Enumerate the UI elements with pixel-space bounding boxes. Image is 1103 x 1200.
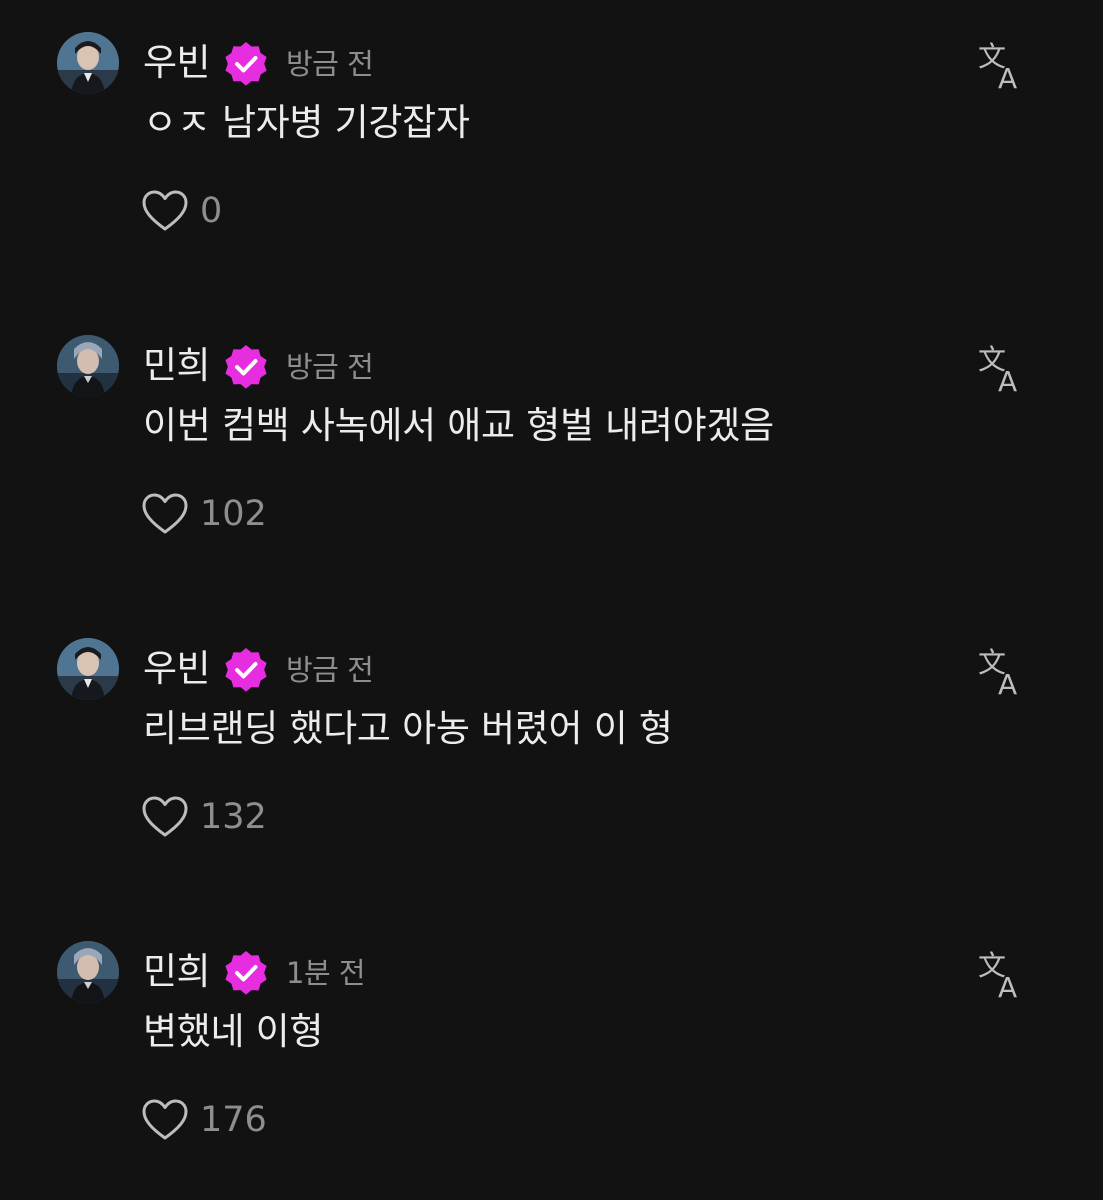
username[interactable]: 우빈	[143, 40, 211, 86]
avatar[interactable]	[57, 941, 119, 1003]
verified-badge-icon	[225, 648, 267, 692]
like-button[interactable]: 176	[141, 1097, 267, 1143]
heart-outline-icon	[142, 190, 188, 231]
svg-text:A: A	[998, 62, 1017, 92]
comment-item: 우빈 방금 전 文 A 리브랜딩 했다고 아농 버렸어 이 형 132	[0, 638, 1103, 941]
comment-text: 이번 컴백 사녹에서 애교 형벌 내려야겠음	[143, 404, 774, 447]
svg-text:A: A	[998, 365, 1017, 395]
like-button[interactable]: 132	[141, 794, 267, 840]
comment-item: 민희 1분 전 文 A 변했네 이형 176	[0, 941, 1103, 1200]
translate-icon[interactable]: 文 A	[976, 949, 1028, 1001]
translate-icon[interactable]: 文 A	[976, 40, 1028, 92]
comment-text: 변했네 이형	[143, 1010, 324, 1053]
verified-badge-icon	[225, 951, 267, 995]
verified-badge-icon	[225, 42, 267, 86]
like-button[interactable]: 0	[141, 188, 222, 234]
heart-outline-icon	[142, 796, 188, 837]
comment-item: 민희 방금 전 文 A 이번 컴백 사녹에서 애교 형벌 내려야겠음 102	[0, 335, 1103, 638]
avatar[interactable]	[57, 638, 119, 700]
like-count: 0	[200, 191, 223, 231]
translate-icon[interactable]: 文 A	[976, 343, 1028, 395]
heart-outline-icon	[142, 1099, 188, 1140]
timestamp: 방금 전	[286, 350, 374, 384]
heart-outline-icon	[142, 493, 188, 534]
avatar[interactable]	[57, 335, 119, 397]
comment-text: ㅇㅈ 남자병 기강잡자	[143, 101, 470, 144]
username[interactable]: 우빈	[143, 646, 211, 692]
svg-text:A: A	[998, 971, 1017, 1001]
comment-item: 우빈 방금 전 文 A ㅇㅈ 남자병 기강잡자 0	[0, 32, 1103, 335]
comment-feed: 우빈 방금 전 文 A ㅇㅈ 남자병 기강잡자 0 민희 방금 전 文 A 이번…	[0, 0, 1103, 1200]
avatar[interactable]	[57, 32, 119, 94]
username[interactable]: 민희	[143, 949, 211, 995]
translate-icon[interactable]: 文 A	[976, 646, 1028, 698]
like-count: 176	[200, 1100, 267, 1140]
timestamp: 1분 전	[286, 956, 366, 990]
verified-badge-icon	[225, 345, 267, 389]
svg-text:A: A	[998, 668, 1017, 698]
like-count: 102	[200, 494, 267, 534]
username[interactable]: 민희	[143, 343, 211, 389]
timestamp: 방금 전	[286, 653, 374, 687]
like-button[interactable]: 102	[141, 491, 267, 537]
timestamp: 방금 전	[286, 47, 374, 81]
comment-text: 리브랜딩 했다고 아농 버렸어 이 형	[143, 707, 673, 750]
like-count: 132	[200, 797, 267, 837]
